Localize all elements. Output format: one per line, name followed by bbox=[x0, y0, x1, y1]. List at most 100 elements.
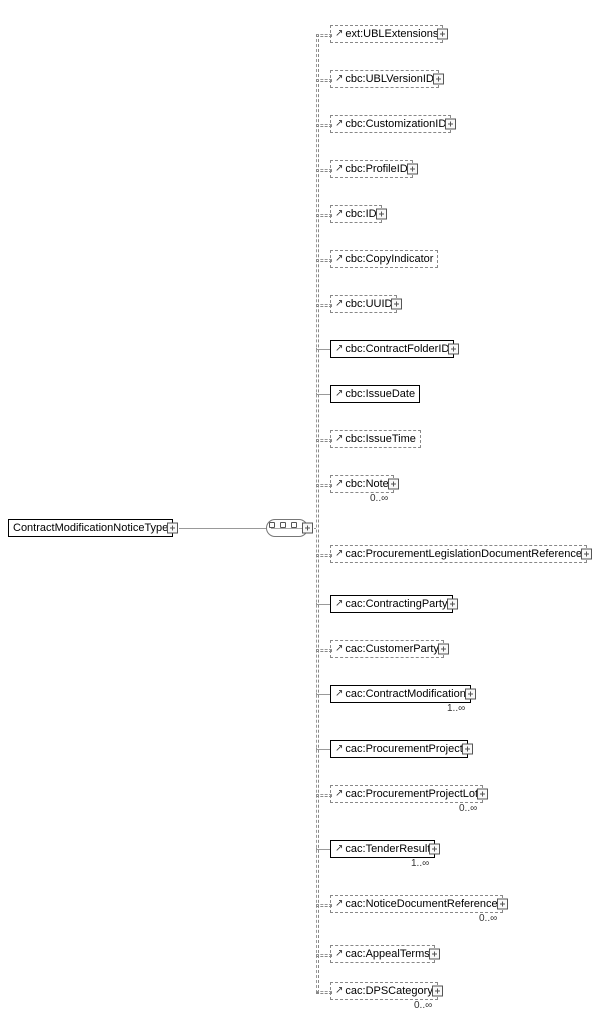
expand-icon[interactable] bbox=[448, 344, 459, 355]
connector-branch bbox=[316, 749, 330, 750]
element-node-cac-procurement-project: ↗cac:ProcurementProject bbox=[330, 740, 468, 758]
expand-icon[interactable] bbox=[581, 549, 592, 560]
element-node-label: cbc:IssueTime bbox=[345, 433, 416, 445]
reference-arrow-icon: ↗ bbox=[335, 29, 343, 39]
connector-junction bbox=[316, 693, 317, 696]
cardinality-label: 1..∞ bbox=[411, 858, 429, 869]
element-node-label: cbc:UBLVersionID bbox=[345, 73, 433, 85]
reference-arrow-icon: ↗ bbox=[335, 949, 343, 959]
element-node-label: cac:ContractModification bbox=[345, 688, 465, 700]
cardinality-label: 0..∞ bbox=[414, 1000, 432, 1011]
reference-arrow-icon: ↗ bbox=[335, 689, 343, 699]
expand-icon[interactable] bbox=[497, 899, 508, 910]
reference-arrow-icon: ↗ bbox=[335, 479, 343, 489]
element-node-label: cbc:CustomizationID bbox=[345, 118, 446, 130]
connector-branch bbox=[316, 849, 330, 850]
root-node: ContractModificationNoticeType bbox=[8, 519, 173, 537]
element-node-label: cac:DPSCategory bbox=[345, 985, 432, 997]
connector-branch bbox=[316, 554, 332, 557]
connector-branch bbox=[316, 214, 332, 217]
expand-icon[interactable] bbox=[447, 599, 458, 610]
element-node-cbc-issue-date: ↗cbc:IssueDate bbox=[330, 385, 420, 403]
expand-icon[interactable] bbox=[429, 949, 440, 960]
element-node-cbc-issue-time: ↗cbc:IssueTime bbox=[330, 430, 421, 448]
element-node-cbc-copy-indicator: ↗cbc:CopyIndicator bbox=[330, 250, 438, 268]
reference-arrow-icon: ↗ bbox=[335, 599, 343, 609]
connector-branch bbox=[316, 694, 330, 695]
element-node-label: cbc:ProfileID bbox=[345, 163, 407, 175]
expand-icon[interactable] bbox=[302, 523, 313, 534]
element-node-cbc-contract-folder-id: ↗cbc:ContractFolderID bbox=[330, 340, 454, 358]
connector-branch bbox=[316, 484, 332, 487]
connector-branch bbox=[316, 439, 332, 442]
expand-icon[interactable] bbox=[433, 74, 444, 85]
element-node-cac-notice-document-reference: ↗cac:NoticeDocumentReference bbox=[330, 895, 503, 913]
expand-icon[interactable] bbox=[462, 744, 473, 755]
reference-arrow-icon: ↗ bbox=[335, 389, 343, 399]
reference-arrow-icon: ↗ bbox=[335, 74, 343, 84]
reference-arrow-icon: ↗ bbox=[335, 986, 343, 996]
element-node-cac-customer-party: ↗cac:CustomerParty bbox=[330, 640, 444, 658]
element-node-cac-tender-result: ↗cac:TenderResult bbox=[330, 840, 435, 858]
connector-branch bbox=[316, 954, 332, 957]
element-node-cbc-profile-id: ↗cbc:ProfileID bbox=[330, 160, 413, 178]
expand-icon[interactable] bbox=[391, 299, 402, 310]
element-node-cbc-id: ↗cbc:ID bbox=[330, 205, 382, 223]
connector-branch bbox=[316, 34, 332, 37]
element-node-cbc-ubl-version-id: ↗cbc:UBLVersionID bbox=[330, 70, 439, 88]
connector-branch bbox=[316, 794, 332, 797]
expand-icon[interactable] bbox=[167, 523, 178, 534]
element-node-cbc-uuid: ↗cbc:UUID bbox=[330, 295, 397, 313]
connector-branch bbox=[316, 349, 330, 350]
element-node-label: ext:UBLExtensions bbox=[345, 28, 438, 40]
reference-arrow-icon: ↗ bbox=[335, 744, 343, 754]
element-node-label: cac:NoticeDocumentReference bbox=[345, 898, 497, 910]
reference-arrow-icon: ↗ bbox=[335, 549, 343, 559]
element-node-label: cac:TenderResult bbox=[345, 843, 430, 855]
element-node-label: cbc:ContractFolderID bbox=[345, 343, 449, 355]
connector-branch bbox=[316, 604, 330, 605]
expand-icon[interactable] bbox=[388, 479, 399, 490]
expand-icon[interactable] bbox=[432, 986, 443, 997]
element-node-cac-contracting-party: ↗cac:ContractingParty bbox=[330, 595, 453, 613]
connector-branch bbox=[316, 304, 332, 307]
element-node-cac-contract-modification: ↗cac:ContractModification bbox=[330, 685, 471, 703]
root-node-label: ContractModificationNoticeType bbox=[13, 522, 168, 534]
cardinality-label: 0..∞ bbox=[479, 913, 497, 924]
expand-icon[interactable] bbox=[438, 644, 449, 655]
reference-arrow-icon: ↗ bbox=[335, 644, 343, 654]
element-node-cac-procurement-legislation-doc-ref: ↗cac:ProcurementLegislationDocumentRefer… bbox=[330, 545, 587, 563]
connector-branch bbox=[316, 904, 332, 907]
reference-arrow-icon: ↗ bbox=[335, 119, 343, 129]
reference-arrow-icon: ↗ bbox=[335, 789, 343, 799]
connector-branch bbox=[316, 259, 332, 262]
element-node-cac-appeal-terms: ↗cac:AppealTerms bbox=[330, 945, 435, 963]
connector-junction bbox=[316, 748, 317, 751]
expand-icon[interactable] bbox=[465, 689, 476, 700]
connector-branch bbox=[316, 991, 332, 994]
expand-icon[interactable] bbox=[429, 844, 440, 855]
element-node-cac-procurement-project-lot: ↗cac:ProcurementProjectLot bbox=[330, 785, 483, 803]
connector-branch bbox=[316, 79, 332, 82]
cardinality-label: 0..∞ bbox=[459, 803, 477, 814]
element-node-cac-dps-category: ↗cac:DPSCategory bbox=[330, 982, 438, 1000]
connector-branch bbox=[316, 124, 332, 127]
cardinality-label: 1..∞ bbox=[447, 703, 465, 714]
expand-icon[interactable] bbox=[445, 119, 456, 130]
element-node-label: cbc:ID bbox=[345, 208, 376, 220]
connector-junction bbox=[316, 603, 317, 606]
connector-junction bbox=[316, 393, 317, 396]
reference-arrow-icon: ↗ bbox=[335, 299, 343, 309]
cardinality-label: 0..∞ bbox=[370, 493, 388, 504]
element-node-label: cac:AppealTerms bbox=[345, 948, 429, 960]
reference-arrow-icon: ↗ bbox=[335, 844, 343, 854]
reference-arrow-icon: ↗ bbox=[335, 899, 343, 909]
connector-branch bbox=[316, 649, 332, 652]
connector-branch bbox=[316, 394, 330, 395]
expand-icon[interactable] bbox=[407, 164, 418, 175]
connector-branch bbox=[316, 169, 332, 172]
expand-icon[interactable] bbox=[376, 209, 387, 220]
connector-junction bbox=[316, 848, 317, 851]
expand-icon[interactable] bbox=[437, 29, 448, 40]
expand-icon[interactable] bbox=[477, 789, 488, 800]
